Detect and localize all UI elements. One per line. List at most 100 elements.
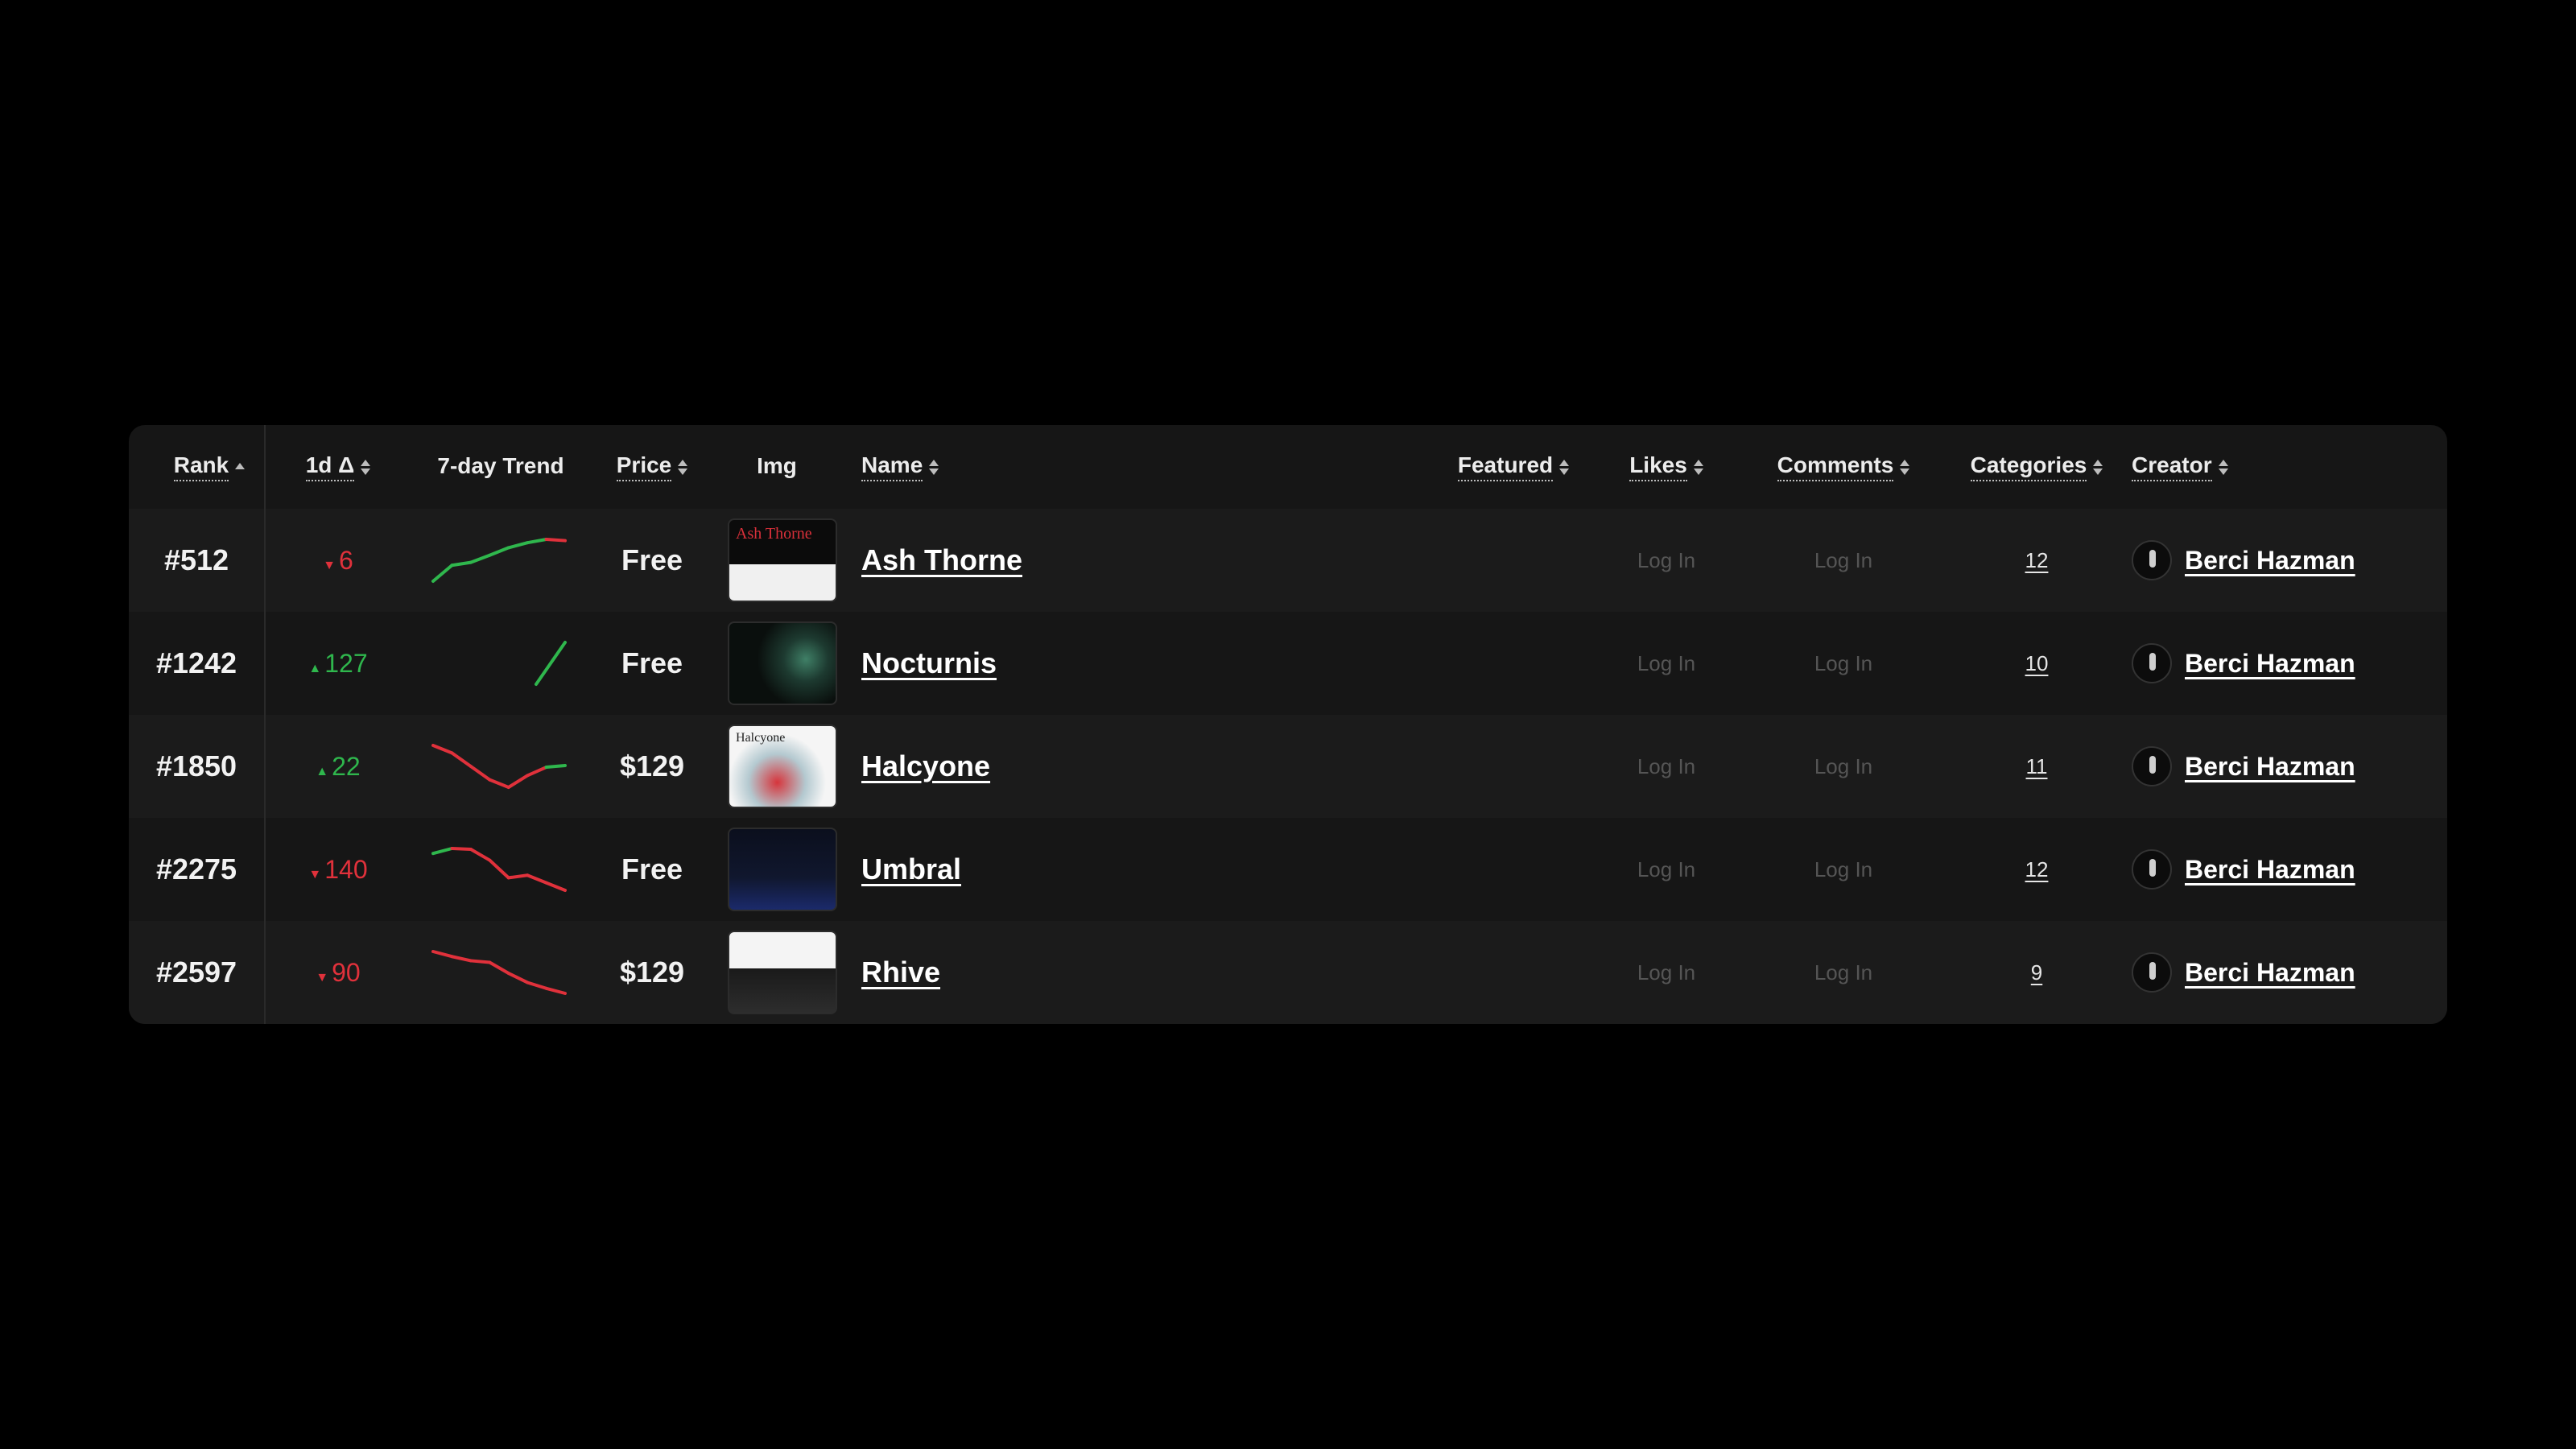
creator-link[interactable]: Berci Hazman bbox=[2185, 958, 2355, 988]
rank-cell: #2597 bbox=[129, 921, 264, 1024]
trend-segment bbox=[488, 778, 510, 789]
delta-header-label: 1d Δ bbox=[305, 452, 355, 481]
arrow-down-icon: ▼ bbox=[316, 970, 329, 985]
comments-login-link[interactable]: Log In bbox=[1814, 754, 1872, 779]
sort-rank-header[interactable]: Rank bbox=[161, 425, 258, 509]
sort-name-header[interactable]: Name bbox=[861, 425, 1022, 509]
theme-name-link[interactable]: Umbral bbox=[861, 852, 961, 886]
img-cell[interactable] bbox=[726, 921, 839, 1024]
avatar[interactable] bbox=[2132, 952, 2172, 993]
categories-count-link[interactable]: 9 bbox=[2031, 960, 2042, 985]
trend-segment bbox=[544, 881, 567, 892]
comments-cell: Log In bbox=[1779, 921, 1908, 1024]
creator-cell: Berci Hazman bbox=[2132, 715, 2421, 818]
likes-login-link[interactable]: Log In bbox=[1637, 548, 1695, 573]
avatar[interactable] bbox=[2132, 746, 2172, 786]
categories-header-label: Categories bbox=[1970, 452, 2087, 481]
creator-cell: Berci Hazman bbox=[2132, 818, 2421, 921]
likes-login-link[interactable]: Log In bbox=[1637, 651, 1695, 676]
comments-login-link[interactable]: Log In bbox=[1814, 960, 1872, 985]
theme-name-link[interactable]: Halcyone bbox=[861, 749, 990, 783]
price-cell: $129 bbox=[596, 715, 708, 818]
img-cell[interactable] bbox=[726, 612, 839, 715]
trend-cell bbox=[427, 509, 572, 612]
creator-link[interactable]: Berci Hazman bbox=[2185, 649, 2355, 679]
categories-cell: 10 bbox=[1936, 612, 2137, 715]
name-cell: Nocturnis bbox=[861, 612, 1344, 715]
comments-login-link[interactable]: Log In bbox=[1814, 548, 1872, 573]
theme-thumbnail[interactable]: Ash Thorne bbox=[728, 518, 837, 602]
categories-count-link[interactable]: 10 bbox=[2025, 651, 2049, 676]
table-row[interactable]: #1242 ▲ 127 Free Nocturnis Log In Log In … bbox=[129, 612, 2447, 715]
delta-number: 127 bbox=[324, 648, 368, 678]
sort-price-header[interactable]: Price bbox=[596, 425, 708, 509]
sort-comments-header[interactable]: Comments bbox=[1747, 425, 1940, 509]
comments-login-link[interactable]: Log In bbox=[1814, 651, 1872, 676]
sort-icon bbox=[929, 459, 939, 475]
comments-login-link[interactable]: Log In bbox=[1814, 857, 1872, 882]
likes-header-label: Likes bbox=[1629, 452, 1687, 481]
img-cell[interactable]: Ash Thorne bbox=[726, 509, 839, 612]
likes-login-link[interactable]: Log In bbox=[1637, 960, 1695, 985]
categories-count-link[interactable]: 11 bbox=[2026, 754, 2048, 779]
sort-categories-header[interactable]: Categories bbox=[1936, 425, 2137, 509]
avatar[interactable] bbox=[2132, 849, 2172, 890]
sort-icon bbox=[2093, 459, 2103, 475]
trend-header: 7-day Trend bbox=[420, 425, 581, 509]
theme-thumbnail[interactable] bbox=[728, 931, 837, 1014]
avatar[interactable] bbox=[2132, 540, 2172, 580]
name-header-label: Name bbox=[861, 452, 923, 481]
sort-delta-header[interactable]: 1d Δ bbox=[290, 425, 386, 509]
sort-featured-header[interactable]: Featured bbox=[1433, 425, 1594, 509]
sort-likes-header[interactable]: Likes bbox=[1602, 425, 1731, 509]
categories-count-link[interactable]: 12 bbox=[2025, 857, 2049, 882]
trend-cell bbox=[427, 612, 572, 715]
rank-cell: #1850 bbox=[129, 715, 264, 818]
trend-segment bbox=[526, 538, 548, 545]
sort-icon bbox=[235, 462, 246, 472]
img-cell[interactable] bbox=[726, 818, 839, 921]
creator-link[interactable]: Berci Hazman bbox=[2185, 752, 2355, 782]
img-header: Img bbox=[716, 425, 837, 509]
sort-creator-header[interactable]: Creator bbox=[2132, 425, 2293, 509]
theme-name-link[interactable]: Ash Thorne bbox=[861, 543, 1022, 577]
theme-name-link[interactable]: Nocturnis bbox=[861, 646, 997, 680]
trend-segment bbox=[506, 972, 530, 985]
theme-thumbnail[interactable] bbox=[728, 621, 837, 705]
sort-icon bbox=[1559, 459, 1570, 475]
trend-segment bbox=[469, 848, 492, 862]
thumbnail-title: Halcyone bbox=[736, 731, 786, 745]
sort-icon bbox=[1693, 459, 1703, 475]
creator-cell: Berci Hazman bbox=[2132, 612, 2421, 715]
comments-cell: Log In bbox=[1779, 612, 1908, 715]
rank-cell: #512 bbox=[129, 509, 264, 612]
theme-name-link[interactable]: Rhive bbox=[861, 956, 940, 989]
avatar[interactable] bbox=[2132, 643, 2172, 683]
price-header-label: Price bbox=[616, 452, 672, 481]
trend-segment bbox=[488, 546, 510, 557]
trend-segment bbox=[488, 858, 510, 880]
rank-cell: #2275 bbox=[129, 818, 264, 921]
table-row[interactable]: #512 ▼ 6 Free Ash Thorne Ash Thorne Log I… bbox=[129, 509, 2447, 612]
img-cell[interactable]: Halcyone bbox=[726, 715, 839, 818]
price-value: Free bbox=[621, 646, 683, 679]
table-row[interactable]: #2275 ▼ 140 Free Umbral Log In Log In 12 … bbox=[129, 818, 2447, 921]
creator-link[interactable]: Berci Hazman bbox=[2185, 855, 2355, 885]
trend-segment bbox=[506, 774, 530, 789]
creator-link[interactable]: Berci Hazman bbox=[2185, 546, 2355, 576]
likes-cell: Log In bbox=[1602, 715, 1731, 818]
table-row[interactable]: #1850 ▲ 22 $129 Halcyone Halcyone Log In … bbox=[129, 715, 2447, 818]
trend-segment bbox=[469, 959, 492, 964]
theme-thumbnail[interactable] bbox=[728, 828, 837, 911]
ranking-table: Rank 1d Δ 7-day Trend Price Img Name Fea… bbox=[129, 425, 2447, 1024]
delta-cell: ▲ 22 bbox=[290, 715, 386, 818]
likes-login-link[interactable]: Log In bbox=[1637, 754, 1695, 779]
delta-number: 6 bbox=[339, 545, 353, 575]
theme-thumbnail[interactable]: Halcyone bbox=[728, 724, 837, 808]
delta-value: ▲ 22 bbox=[316, 752, 360, 782]
table-row[interactable]: #2597 ▼ 90 $129 Rhive Log In Log In 9 Ber… bbox=[129, 921, 2447, 1024]
likes-login-link[interactable]: Log In bbox=[1637, 857, 1695, 882]
trend-segment bbox=[535, 641, 567, 686]
price-cell: $129 bbox=[596, 921, 708, 1024]
categories-count-link[interactable]: 12 bbox=[2025, 548, 2049, 573]
